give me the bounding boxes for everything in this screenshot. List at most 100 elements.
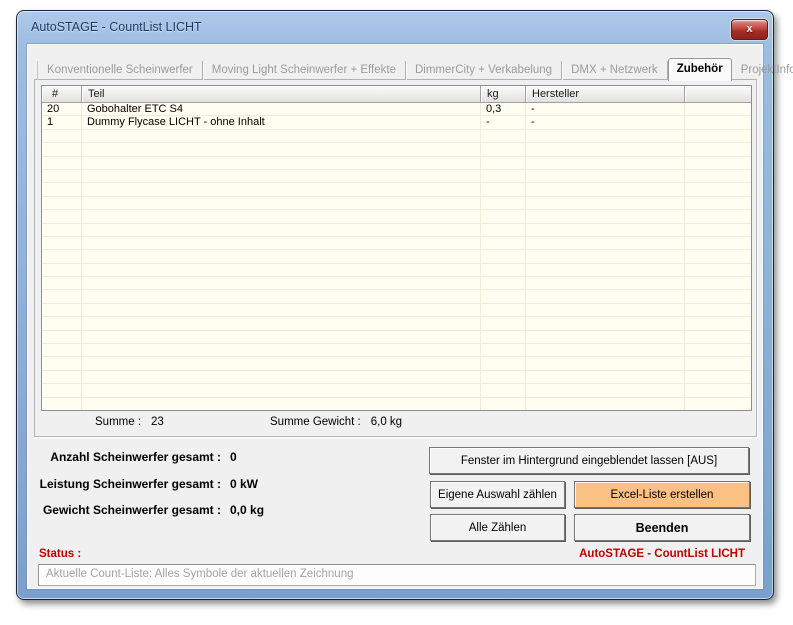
status-message-field[interactable]: Aktuelle Count-Liste: Alles Symbole der … bbox=[38, 564, 756, 586]
table-cell bbox=[42, 398, 82, 411]
table-cell bbox=[42, 264, 82, 277]
total-label: Gewicht Scheinwerfer gesamt : bbox=[28, 503, 221, 530]
column-header[interactable]: # bbox=[42, 86, 82, 103]
table-cell bbox=[82, 304, 481, 317]
table-cell bbox=[82, 224, 481, 237]
table-cell bbox=[481, 157, 526, 170]
status-app-name: AutoSTAGE - CountList LICHT bbox=[579, 548, 745, 560]
column-header[interactable]: Teil bbox=[82, 86, 481, 103]
table-cell bbox=[82, 157, 481, 170]
table-cell: - bbox=[526, 116, 685, 129]
count-selection-button[interactable]: Eigene Auswahl zählen bbox=[430, 481, 565, 508]
table-cell bbox=[42, 143, 82, 156]
summary-strip: Summe :23 Summe Gewicht :6,0 kg bbox=[35, 416, 756, 436]
table-cell bbox=[526, 224, 685, 237]
column-header[interactable] bbox=[685, 86, 751, 103]
tab-dmx-netzwerk[interactable]: DMX + Netzwerk bbox=[562, 61, 668, 80]
table-cell bbox=[82, 331, 481, 344]
column-header[interactable]: Hersteller bbox=[526, 86, 685, 103]
table-cell bbox=[685, 183, 751, 196]
table-cell: - bbox=[526, 103, 685, 116]
sum-weight-value: 6,0 kg bbox=[371, 416, 402, 428]
tab-moving-light-scheinwerfer[interactable]: Moving Light Scheinwerfer + Effekte bbox=[203, 61, 406, 80]
table-cell bbox=[82, 290, 481, 303]
table-cell bbox=[526, 304, 685, 317]
table-body: 20Gobohalter ETC S40,3-1Dummy Flycase LI… bbox=[42, 103, 751, 411]
table-cell bbox=[481, 304, 526, 317]
table-cell bbox=[42, 277, 82, 290]
table-row bbox=[42, 224, 751, 237]
table-row bbox=[42, 170, 751, 183]
table-row[interactable]: 20Gobohalter ETC S40,3- bbox=[42, 103, 751, 116]
total-label: Anzahl Scheinwerfer gesamt : bbox=[28, 450, 221, 477]
table-row bbox=[42, 277, 751, 290]
total-value: 0 bbox=[230, 450, 237, 477]
table-row bbox=[42, 304, 751, 317]
table-cell bbox=[42, 250, 82, 263]
table-cell bbox=[526, 170, 685, 183]
table-row bbox=[42, 371, 751, 384]
total-label: Leistung Scheinwerfer gesamt : bbox=[28, 477, 221, 504]
total-value: 0 kW bbox=[230, 477, 258, 504]
table-row bbox=[42, 290, 751, 303]
table-cell bbox=[82, 210, 481, 223]
close-button[interactable]: x bbox=[731, 19, 768, 40]
table-row bbox=[42, 264, 751, 277]
table-cell bbox=[526, 290, 685, 303]
table-cell bbox=[481, 237, 526, 250]
table-cell bbox=[685, 331, 751, 344]
table-cell: 1 bbox=[42, 116, 82, 129]
table-cell bbox=[481, 170, 526, 183]
tab-dimmercity-verkabelung[interactable]: DimmerCity + Verkabelung bbox=[406, 61, 562, 80]
table-cell bbox=[685, 277, 751, 290]
parts-table[interactable]: #TeilkgHersteller 20Gobohalter ETC S40,3… bbox=[41, 85, 752, 411]
table-cell bbox=[685, 103, 751, 116]
column-header[interactable]: kg bbox=[481, 86, 526, 103]
table-cell bbox=[42, 210, 82, 223]
status-message: Aktuelle Count-Liste: Alles Symbole der … bbox=[46, 568, 353, 580]
dialog-client-area: Konventionelle ScheinwerferMoving Light … bbox=[27, 44, 763, 589]
table-cell bbox=[526, 398, 685, 411]
total-row: Leistung Scheinwerfer gesamt : 0 kW bbox=[28, 477, 288, 504]
table-cell bbox=[82, 371, 481, 384]
table-cell bbox=[481, 371, 526, 384]
table-cell: Gobohalter ETC S4 bbox=[82, 103, 481, 116]
table-cell bbox=[42, 371, 82, 384]
table-cell bbox=[526, 143, 685, 156]
table-row bbox=[42, 250, 751, 263]
tab-konventionelle-scheinwerfer[interactable]: Konventionelle Scheinwerfer bbox=[37, 61, 203, 80]
table-cell: - bbox=[481, 116, 526, 129]
table-cell bbox=[82, 398, 481, 411]
table-cell bbox=[42, 237, 82, 250]
count-all-button[interactable]: Alle Zählen bbox=[430, 514, 565, 541]
table-cell bbox=[526, 331, 685, 344]
table-cell bbox=[42, 331, 82, 344]
table-row bbox=[42, 357, 751, 370]
table-cell bbox=[526, 183, 685, 196]
table-cell bbox=[481, 331, 526, 344]
table-cell bbox=[685, 344, 751, 357]
app-window: AutoSTAGE - CountList LICHT x Konvention… bbox=[16, 10, 774, 600]
create-excel-button[interactable]: Excel-Liste erstellen bbox=[574, 481, 750, 508]
table-cell bbox=[685, 170, 751, 183]
background-toggle-button[interactable]: Fenster im Hintergrund eingeblendet lass… bbox=[429, 447, 749, 474]
table-cell bbox=[82, 357, 481, 370]
total-row: Gewicht Scheinwerfer gesamt :0,0 kg bbox=[28, 503, 288, 530]
table-cell bbox=[42, 304, 82, 317]
table-cell bbox=[42, 357, 82, 370]
table-row bbox=[42, 317, 751, 330]
table-cell bbox=[82, 183, 481, 196]
sum-count-label: Summe : bbox=[95, 416, 141, 428]
title-bar[interactable]: AutoSTAGE - CountList LICHT bbox=[17, 11, 773, 44]
tab-projektinfo[interactable]: ProjektInfo bbox=[732, 61, 793, 80]
table-row bbox=[42, 197, 751, 210]
table-cell bbox=[481, 143, 526, 156]
table-cell bbox=[526, 264, 685, 277]
table-cell bbox=[526, 277, 685, 290]
tab-zubehoer[interactable]: Zubehör bbox=[668, 58, 732, 81]
table-cell bbox=[481, 210, 526, 223]
table-row[interactable]: 1Dummy Flycase LICHT - ohne Inhalt-- bbox=[42, 116, 751, 129]
quit-button[interactable]: Beenden bbox=[574, 514, 750, 541]
table-cell bbox=[685, 384, 751, 397]
table-cell bbox=[481, 384, 526, 397]
